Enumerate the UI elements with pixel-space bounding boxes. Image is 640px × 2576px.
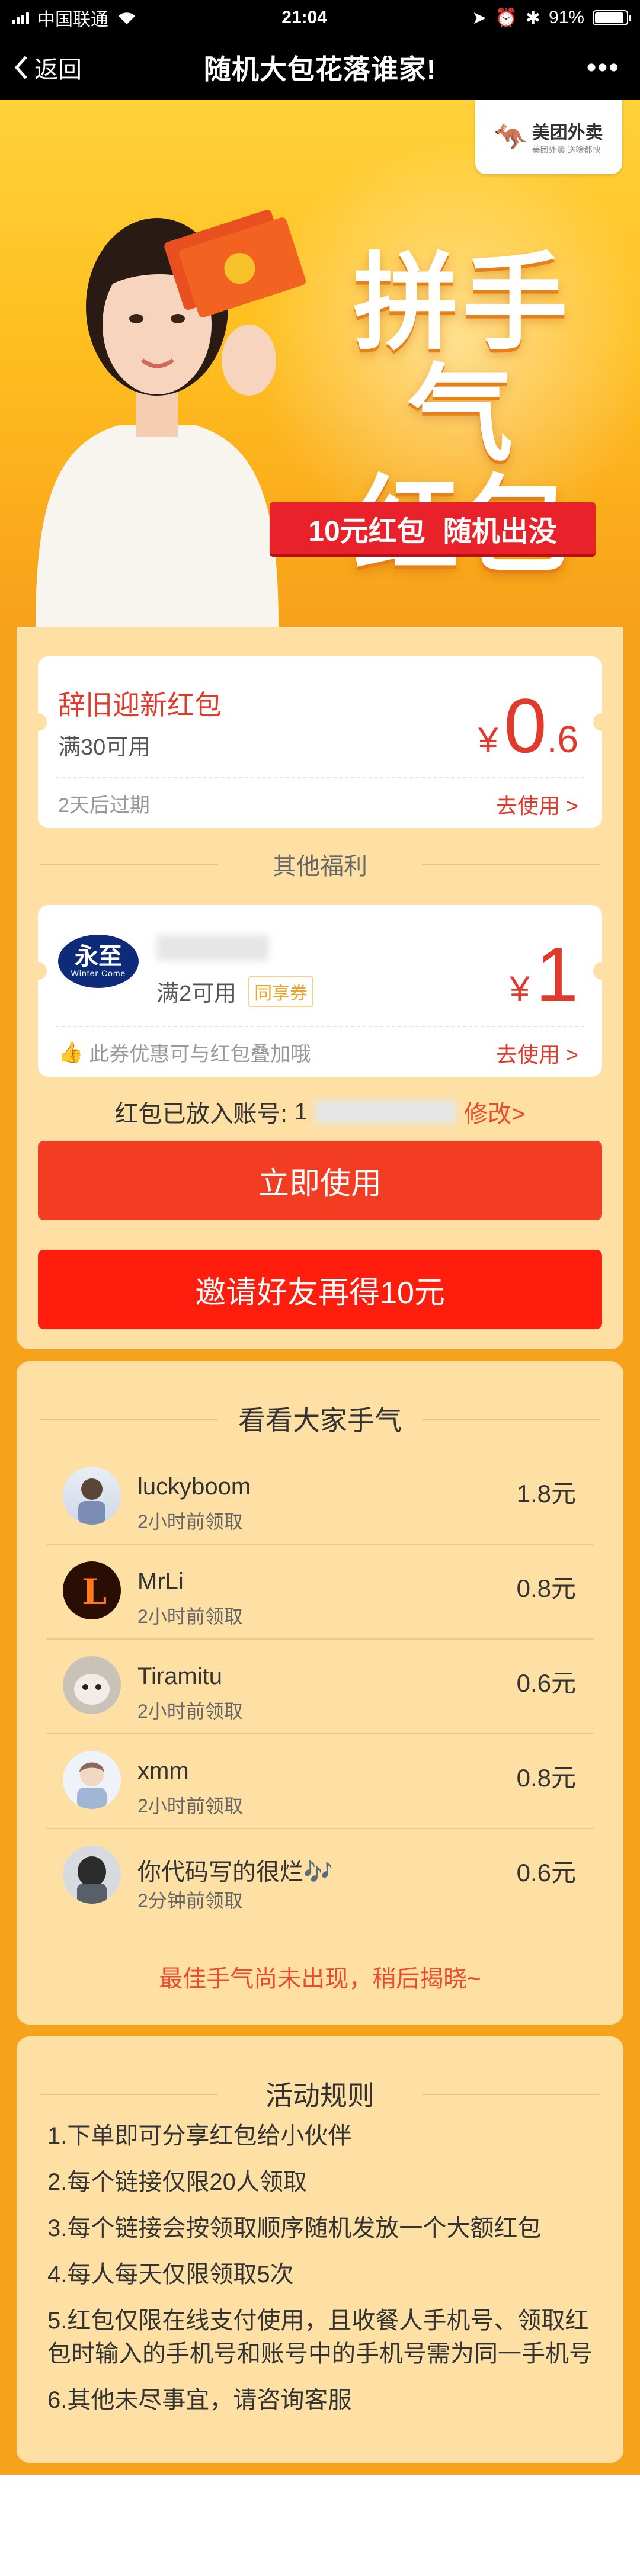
merchant-coupon-use-link[interactable]: 去使用 >: [496, 1038, 578, 1069]
list-item: luckyboom 2小时前领取 1.8元: [46, 1450, 594, 1545]
coupon-card: 辞旧迎新红包 满30可用 ¥ 0 .6 2天后过期 去使用 >: [29, 656, 611, 828]
merchant-coupon-condition: 满2可用: [156, 981, 237, 1006]
claim-amount: 0.6元: [516, 1669, 576, 1697]
avatar: [63, 1846, 121, 1904]
merchant-logo-text: 永至: [75, 944, 122, 970]
account-number-redacted: [315, 1100, 457, 1124]
avatar: [63, 1751, 121, 1809]
user-name: 你代码写的很烂🎶: [137, 1859, 333, 1885]
use-now-button[interactable]: 立即使用: [38, 1141, 602, 1220]
content-area: 辞旧迎新红包 满30可用 ¥ 0 .6 2天后过期 去使用 > 其他福利 永至 …: [0, 627, 640, 2475]
list-item: xmm 2小时前领取 0.8元: [46, 1734, 594, 1829]
claim-time: 2小时前领取: [137, 1606, 243, 1627]
hero-tagline: 10元红包 随机出没: [270, 502, 596, 554]
rule-item: 5.红包仅限在线支付使用，且收餐人手机号、领取红包时输入的手机号和账号中的手机号…: [47, 2308, 593, 2367]
battery-icon: [592, 10, 631, 25]
rule-item: 6.其他未尽事宜，请咨询客服: [47, 2387, 352, 2413]
user-name: Tiramitu: [137, 1663, 222, 1689]
rule-item: 3.每个链接会按领取顺序随机发放一个大额红包: [47, 2215, 542, 2241]
bluetooth-icon: ✱: [525, 8, 540, 28]
invite-friends-button[interactable]: 邀请好友再得10元: [38, 1250, 602, 1329]
amount-integer: 1: [535, 931, 578, 1018]
nav-bar: 返回 随机大包花落谁家! •••: [0, 36, 640, 100]
other-benefits-title: 其他福利: [17, 847, 623, 881]
location-icon: ➤: [472, 8, 487, 28]
chevron-left-icon: [14, 56, 27, 79]
back-label: 返回: [34, 57, 82, 83]
rule-item: 1.下单即可分享红包给小伙伴: [47, 2123, 352, 2149]
list-item: Tiramitu 2小时前领取 0.6元: [46, 1640, 594, 1734]
status-bar: 中国联通 21:04 ➤ ⏰ ✱ 91%: [0, 0, 640, 36]
avatar: [63, 1656, 121, 1714]
claim-time: 2分钟前领取: [137, 1890, 243, 1911]
best-luck-note: 最佳手气尚未出现，稍后揭晓~: [159, 1966, 481, 1992]
currency-symbol: ¥: [478, 720, 498, 760]
list-item: L MrLi 2小时前领取 0.8元: [46, 1545, 594, 1640]
coupon-use-link[interactable]: 去使用 >: [496, 789, 578, 820]
brand-sub: 美团外卖 送啥都快: [532, 145, 601, 155]
spokesperson-image: [36, 210, 306, 627]
user-name: MrLi: [137, 1568, 184, 1595]
user-name: xmm: [137, 1758, 189, 1784]
back-button[interactable]: 返回: [13, 36, 82, 100]
avatar: [63, 1467, 121, 1525]
merchant-logo: 永至 Winter Come: [58, 935, 139, 988]
avatar: L: [63, 1561, 121, 1619]
thumbs-up-icon: 👍: [58, 1041, 84, 1064]
change-account-link[interactable]: 修改>: [464, 1095, 525, 1129]
coupon-expiry: 2天后过期: [58, 794, 150, 817]
kangaroo-icon: 🦘: [494, 121, 529, 152]
currency-symbol: ¥: [510, 969, 530, 1009]
luck-panel: 看看大家手气 luckyboom 2小时前领取 1.8元 L MrLi 2小时前…: [17, 1361, 623, 2025]
amount-integer: 0: [504, 682, 547, 769]
user-name: luckyboom: [137, 1474, 251, 1500]
clock: 21:04: [281, 8, 328, 27]
alarm-icon: ⏰: [495, 8, 517, 28]
luck-title: 看看大家手气: [17, 1399, 623, 1438]
list-item: 你代码写的很烂🎶 2分钟前领取 0.6元: [46, 1829, 594, 1924]
signal-icon: [12, 11, 29, 24]
claim-amount: 1.8元: [516, 1480, 576, 1507]
rule-item: 4.每人每天仅限领取5次: [47, 2261, 294, 2288]
brand-name: 美团外卖: [532, 123, 603, 143]
hero-tag-1: 10元红包: [308, 516, 425, 547]
shared-coupon-tag: 同享券: [248, 976, 314, 1007]
stack-note: 此券优惠可与红包叠加哦: [89, 1043, 311, 1066]
carrier-label: 中国联通: [37, 10, 108, 30]
battery-percent: 91%: [548, 8, 584, 27]
rules-list: 1.下单即可分享红包给小伙伴 2.每个链接仅限20人领取 3.每个链接会按领取顺…: [47, 2119, 599, 2417]
page-title: 随机大包花落谁家!: [203, 54, 437, 85]
hero-title-line1: 拼手气: [353, 244, 571, 473]
claim-amount: 0.6元: [516, 1859, 576, 1887]
rule-item: 2.每个链接仅限20人领取: [47, 2169, 307, 2195]
claim-amount: 0.8元: [516, 1574, 576, 1602]
svg-text:L: L: [82, 1571, 107, 1613]
account-number-prefix: 1: [294, 1098, 308, 1125]
claim-time: 2小时前领取: [137, 1701, 243, 1722]
hero-tag-2: 随机出没: [443, 516, 557, 547]
rules-panel: 活动规则 1.下单即可分享红包给小伙伴 2.每个链接仅限20人领取 3.每个链接…: [17, 2036, 623, 2463]
account-label: 红包已放入账号:: [114, 1101, 287, 1127]
coupon-amount: ¥ 0 .6: [478, 687, 578, 764]
coupon-title: 辞旧迎新红包: [58, 689, 222, 720]
merchant-coupon-amount: ¥ 1: [510, 936, 578, 1013]
claim-amount: 0.8元: [516, 1764, 576, 1792]
claim-time: 2小时前领取: [137, 1511, 243, 1532]
claim-time: 2小时前领取: [137, 1795, 243, 1817]
rules-title: 活动规则: [17, 2074, 623, 2113]
wifi-icon: [119, 12, 135, 24]
amount-decimal: .6: [546, 718, 578, 761]
merchant-name-redacted: [156, 935, 269, 961]
more-menu-button[interactable]: •••: [587, 36, 620, 100]
merchant-logo-sub: Winter Come: [71, 968, 126, 978]
coupon-panel: 辞旧迎新红包 满30可用 ¥ 0 .6 2天后过期 去使用 > 其他福利 永至 …: [17, 627, 623, 1349]
merchant-coupon-card: 永至 Winter Come 满2可用 同享券 ¥ 1 👍 此券优惠可与红包叠加…: [29, 905, 611, 1077]
brand-logo: 🦘 美团外卖 美团外卖 送啥都快: [475, 100, 622, 174]
coupon-condition: 满30可用: [58, 735, 151, 760]
account-line: 红包已放入账号: 1 修改>: [17, 1095, 623, 1129]
hero-banner: 🦘 美团外卖 美团外卖 送啥都快 拼手气 红包 10元红包 随机出没: [0, 100, 640, 627]
